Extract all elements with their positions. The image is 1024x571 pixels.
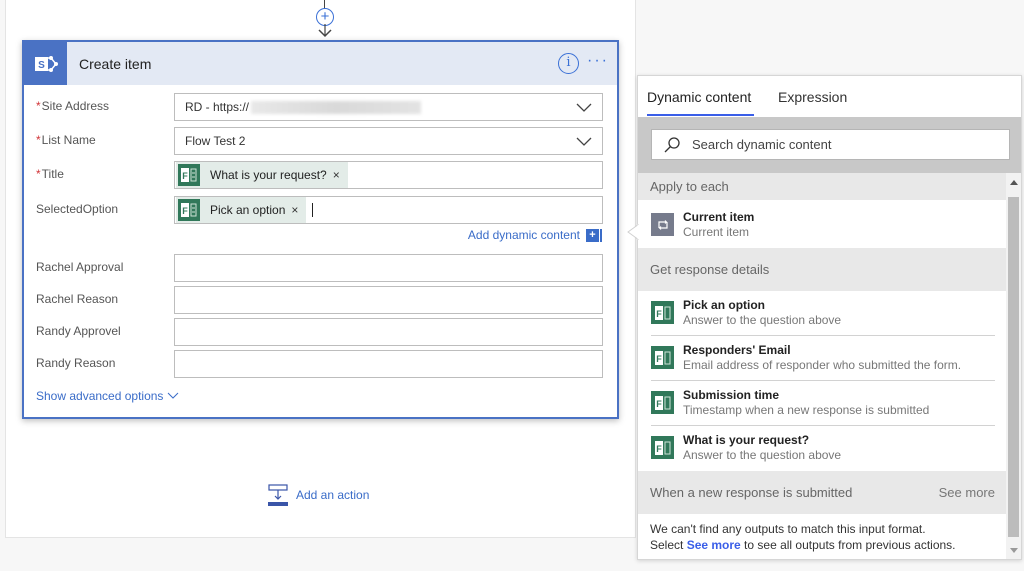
field-randy-reason: Randy Reason <box>36 350 604 378</box>
svg-text:F: F <box>182 171 188 181</box>
list-item-current-item[interactable]: Current item Current item <box>638 200 1007 248</box>
rachel-approval-input[interactable] <box>174 254 603 282</box>
create-item-card: S Create item i ··· *Site Address RD - h… <box>22 40 619 419</box>
title-input[interactable]: F What is your request? × <box>174 161 603 189</box>
card-header[interactable]: S Create item i ··· <box>24 42 617 85</box>
panel-pointer <box>627 224 639 240</box>
dynamic-content-panel: Dynamic content Expression Search dynami… <box>637 75 1022 560</box>
forms-icon: F <box>178 199 200 221</box>
site-address-dropdown[interactable]: RD - https:// <box>174 93 603 121</box>
add-action-icon <box>268 484 288 506</box>
forms-icon: F <box>651 391 674 414</box>
list-item-responders-email[interactable]: F Responders' Email Email address of res… <box>638 336 1007 381</box>
dynamic-token[interactable]: F What is your request? × <box>176 162 348 188</box>
tab-expression[interactable]: Expression <box>778 89 847 105</box>
chevron-down-icon <box>168 392 179 399</box>
see-more-link[interactable]: See more <box>939 485 995 500</box>
dynamic-content-list: Apply to each Current item Current item … <box>638 173 1007 559</box>
randy-reason-input[interactable] <box>174 350 603 378</box>
scroll-up-arrow-icon[interactable] <box>1006 173 1021 191</box>
group-header-new-response: When a new response is submitted See mor… <box>638 471 1007 514</box>
list-name-dropdown[interactable]: Flow Test 2 <box>174 127 603 155</box>
sharepoint-icon: S <box>24 42 67 85</box>
forms-icon: F <box>651 346 674 369</box>
redacted-url <box>251 100 422 114</box>
list-item-submission-time[interactable]: F Submission time Timestamp when a new r… <box>638 381 1007 426</box>
loop-icon <box>651 213 674 236</box>
no-outputs-message: We can't find any outputs to match this … <box>650 522 956 552</box>
svg-text:S: S <box>38 60 45 71</box>
dynamic-token[interactable]: F Pick an option × <box>176 197 307 223</box>
field-label: SelectedOption <box>36 202 119 216</box>
svg-text:F: F <box>656 354 662 364</box>
list-item-pick-an-option[interactable]: F Pick an option Answer to the question … <box>638 291 1007 336</box>
chevron-down-icon <box>576 103 592 112</box>
field-site-address: *Site Address RD - https:// <box>36 93 604 121</box>
add-action-button[interactable]: Add an action <box>268 484 369 506</box>
search-zone: Search dynamic content <box>638 117 1021 173</box>
group-header-get-response-details: Get response details <box>638 248 1007 291</box>
rachel-reason-input[interactable] <box>174 286 603 314</box>
scroll-thumb[interactable] <box>1008 197 1019 537</box>
svg-text:F: F <box>182 206 188 216</box>
field-rachel-reason: Rachel Reason <box>36 286 604 314</box>
add-dynamic-content-icon: + <box>586 228 599 242</box>
more-options-icon[interactable]: ··· <box>587 53 609 69</box>
list-item-what-is-your-request[interactable]: F What is your request? Answer to the qu… <box>638 426 1007 471</box>
selected-option-input[interactable]: F Pick an option × <box>174 196 603 224</box>
card-title: Create item <box>79 55 152 72</box>
info-icon[interactable]: i <box>558 53 579 74</box>
field-rachel-approval: Rachel Approval <box>36 254 604 282</box>
panel-tabs: Dynamic content Expression <box>638 76 1021 117</box>
forms-icon: F <box>651 301 674 324</box>
field-title: *Title F What is your request? × <box>36 161 604 189</box>
svg-text:F: F <box>656 399 662 409</box>
field-randy-approvel: Randy Approvel <box>36 318 604 346</box>
text-caret <box>312 203 314 217</box>
svg-text:F: F <box>656 309 662 319</box>
field-label: Randy Approvel <box>36 324 121 338</box>
remove-token-icon[interactable]: × <box>333 168 340 182</box>
randy-approvel-input[interactable] <box>174 318 603 346</box>
field-selected-option: SelectedOption F Pick an option × <box>36 196 604 224</box>
field-label: Rachel Approval <box>36 260 124 274</box>
remove-token-icon[interactable]: × <box>291 203 298 217</box>
field-label: Rachel Reason <box>36 292 119 306</box>
see-more-inline-link[interactable]: See more <box>687 538 741 552</box>
show-advanced-options-link[interactable]: Show advanced options <box>36 389 179 403</box>
chevron-down-icon <box>576 137 592 146</box>
add-dynamic-content-link[interactable]: Add dynamic content + <box>468 228 602 242</box>
group-header-apply-to-each: Apply to each <box>638 173 1007 200</box>
field-label: *Site Address <box>36 99 110 113</box>
tab-dynamic-content[interactable]: Dynamic content <box>647 89 751 105</box>
active-tab-indicator <box>647 114 754 116</box>
field-label: *List Name <box>36 133 96 147</box>
panel-scrollbar[interactable] <box>1006 173 1021 559</box>
arrow-down-icon <box>318 24 332 38</box>
forms-icon: F <box>651 436 674 459</box>
svg-text:F: F <box>656 444 662 454</box>
field-label: Randy Reason <box>36 356 116 370</box>
field-list-name: *List Name Flow Test 2 <box>36 127 604 155</box>
scroll-down-arrow-icon[interactable] <box>1006 541 1021 559</box>
forms-icon: F <box>178 164 200 186</box>
search-icon <box>664 136 680 152</box>
search-input[interactable]: Search dynamic content <box>651 129 1010 160</box>
field-label: *Title <box>36 167 64 181</box>
